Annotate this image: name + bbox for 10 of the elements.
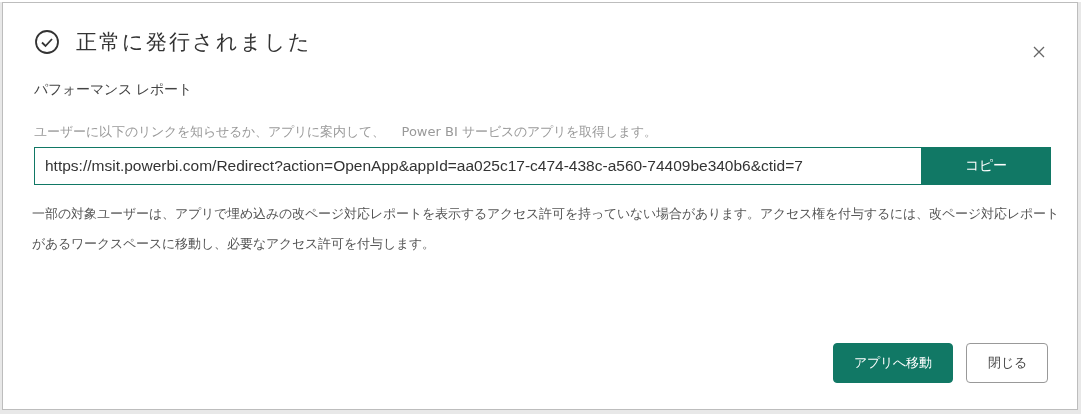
close-button[interactable]: 閉じる (966, 343, 1048, 383)
link-field[interactable]: https://msit.powerbi.com/Redirect?action=OpenApp&appId=aa025c17-c474-438c-a560-74409be340b6&ctid=7 (34, 147, 921, 185)
access-note: 一部の対象ユーザーは、アプリで埋め込みの改ページ対応レポートを表示するアクセス許可を持っていない場合があります。アクセス権を付与するには、改ページ対応レポートがあるワークスペースに移動し、必要なアクセス許可を付与します。 (32, 205, 1060, 253)
dialog-title: 正常に発行されました (76, 29, 312, 56)
check-circle-icon (34, 29, 60, 55)
report-name: パフォーマンス レポート (34, 81, 194, 99)
instruction-text: ユーザーに以下のリンクを知らせるか、アプリに案内して、 Power BI サービスのアプリを取得します。 (34, 123, 658, 141)
copy-button[interactable]: コピー (921, 147, 1051, 185)
go-to-app-button[interactable]: アプリへ移動 (833, 343, 953, 383)
close-icon[interactable] (1031, 44, 1047, 60)
